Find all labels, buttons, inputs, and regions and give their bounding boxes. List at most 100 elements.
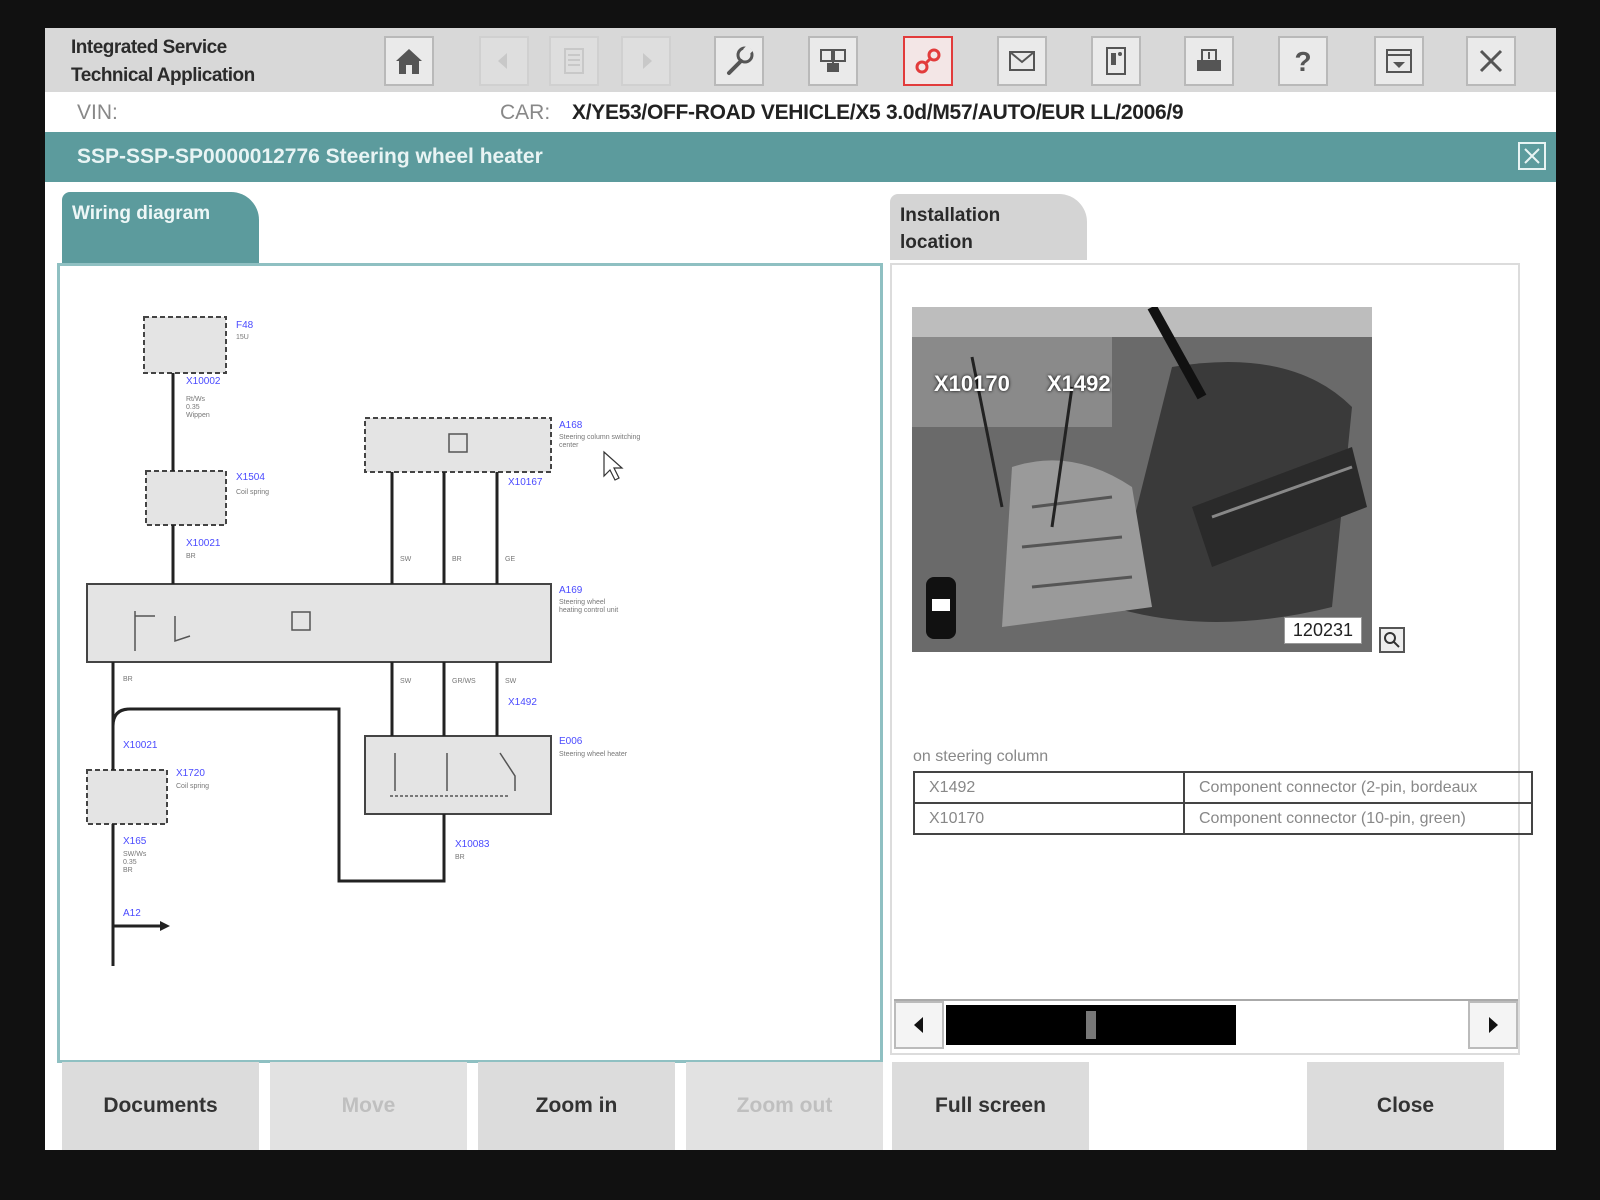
wd-label-heater[interactable]: E006 <box>559 736 583 747</box>
scroll-left-button[interactable] <box>894 1001 944 1049</box>
help-button[interactable]: ? <box>1278 36 1328 86</box>
svg-text:Steering wheel: Steering wheel <box>559 599 606 606</box>
exit-button[interactable] <box>1466 36 1516 86</box>
wd-label-wire-a[interactable]: X10002 <box>186 376 221 387</box>
home-button[interactable] <box>384 36 434 86</box>
photo-zoom-button[interactable] <box>1379 627 1405 653</box>
printer-icon <box>1197 49 1221 71</box>
vehicle-info-bar: VIN: CAR: X/YE53/OFF-ROAD VEHICLE/X5 3.0… <box>45 92 1556 132</box>
magnifier-icon <box>1384 632 1400 648</box>
diagnosis-icon <box>820 49 846 72</box>
scroll-thumb[interactable] <box>946 1005 1236 1045</box>
svg-text:15U: 15U <box>236 334 249 341</box>
location-caption: on steering column <box>913 748 1049 765</box>
move-button[interactable]: Move <box>270 1062 467 1150</box>
wd-label-ground-b[interactable]: X10083 <box>455 839 490 850</box>
document-title: SSP-SSP-SP0000012776 Steering wheel heat… <box>77 145 543 168</box>
connection-button[interactable] <box>903 36 953 86</box>
messages-button[interactable] <box>997 36 1047 86</box>
wd-label-fuse[interactable]: F48 <box>236 320 254 331</box>
svg-text:0.35: 0.35 <box>123 859 137 866</box>
installation-photo[interactable]: X10170 X1492 120231 <box>912 307 1372 652</box>
move-label: Move <box>341 1094 396 1117</box>
ista-window: Integrated Service Technical Application <box>45 28 1556 1150</box>
photo-label-x1492: X1492 <box>1047 371 1111 396</box>
zoom-out-label: Zoom out <box>736 1094 833 1117</box>
splice-upper <box>145 470 227 526</box>
connector-desc: Component connector (2-pin, bordeaux <box>1183 771 1533 804</box>
wiring-diagram-panel[interactable]: F48 X10002 X1504 X10021 A168 X10167 A169… <box>57 263 883 1063</box>
vehicle-info-button[interactable] <box>1091 36 1141 86</box>
wd-label-szl[interactable]: A168 <box>559 420 583 431</box>
documents-button[interactable]: Documents <box>62 1062 259 1150</box>
minimize-icon <box>1386 49 1412 73</box>
svg-text:GE: GE <box>505 556 515 563</box>
tab-install-label-line1: Installation <box>900 205 1001 226</box>
wd-label-ecu[interactable]: A169 <box>559 585 583 596</box>
wd-label-wire-b[interactable]: X10021 <box>186 538 221 549</box>
service-button[interactable] <box>714 36 764 86</box>
svg-text:center: center <box>559 442 579 449</box>
app-title: Integrated Service Technical Application <box>71 34 255 90</box>
scroll-right-button[interactable] <box>1468 1001 1518 1049</box>
steering-wheel-heater <box>364 735 552 815</box>
document-close-button[interactable] <box>1518 142 1546 170</box>
svg-text:Steering wheel heater: Steering wheel heater <box>559 751 628 758</box>
svg-text:Rt/Ws: Rt/Ws <box>186 396 206 403</box>
tab-install-label-line2: location <box>900 232 973 253</box>
link-icon <box>915 48 941 74</box>
tab-wiring-label: Wiring diagram <box>72 203 211 224</box>
scroll-grip-icon <box>1086 1011 1096 1039</box>
wd-label-wire-c[interactable]: X10021 <box>123 740 158 751</box>
app-title-line2: Technical Application <box>71 65 255 86</box>
table-row[interactable]: X10170 Component connector (10-pin, gree… <box>913 802 1533 835</box>
svg-text:SW: SW <box>505 678 517 685</box>
svg-text:BR: BR <box>123 867 133 874</box>
zoom-out-button[interactable]: Zoom out <box>686 1062 883 1150</box>
document-button[interactable] <box>549 36 599 86</box>
wd-label-arrow[interactable]: A12 <box>123 908 141 919</box>
wiring-diagram[interactable]: F48 X10002 X1504 X10021 A168 X10167 A169… <box>60 266 880 1060</box>
svg-text:SW: SW <box>400 556 412 563</box>
tab-installation-location[interactable]: Installation location <box>890 194 1087 260</box>
steering-column-switch-module <box>364 417 552 473</box>
envelope-icon <box>1009 51 1035 71</box>
svg-text:GR/WS: GR/WS <box>452 678 476 685</box>
table-row[interactable]: X1492 Component connector (2-pin, bordea… <box>913 771 1533 804</box>
svg-text:0.35: 0.35 <box>186 404 200 411</box>
mouse-pointer-icon <box>603 450 624 481</box>
close-label: Close <box>1376 1094 1435 1117</box>
minimize-button[interactable] <box>1374 36 1424 86</box>
installation-location-panel: X10170 X1492 120231 on steering column X… <box>890 263 1533 1055</box>
splice-lower <box>86 769 168 825</box>
wd-label-conn-a[interactable]: X10167 <box>508 477 543 488</box>
connector-table: X1492 Component connector (2-pin, bordea… <box>913 771 1533 835</box>
toolbar: Integrated Service Technical Application <box>45 28 1556 92</box>
steering-wheel-heating-control-unit <box>86 583 552 663</box>
forward-button[interactable] <box>621 36 671 86</box>
wrench-icon <box>727 45 754 75</box>
wd-label-splice-b[interactable]: X1720 <box>176 768 205 779</box>
svg-text:BR: BR <box>452 556 462 563</box>
fuse-box <box>143 316 227 374</box>
svg-text:Steering column switching: Steering column switching <box>559 434 640 441</box>
diagnosis-button[interactable] <box>808 36 858 86</box>
photo-label-x10170: X10170 <box>934 371 1010 396</box>
tab-wiring-diagram[interactable]: Wiring diagram <box>62 192 259 264</box>
wd-label-splice-a[interactable]: X1504 <box>236 472 265 483</box>
app-title-line1: Integrated Service <box>71 37 227 58</box>
close-button[interactable]: Close <box>1307 1062 1504 1150</box>
zoom-in-button[interactable]: Zoom in <box>478 1062 675 1150</box>
horizontal-scrollbar[interactable] <box>894 999 1518 1051</box>
svg-text:Coil spring: Coil spring <box>176 783 209 790</box>
vin-label: VIN: <box>77 101 118 124</box>
print-button[interactable] <box>1184 36 1234 86</box>
documents-label: Documents <box>103 1094 218 1117</box>
back-button[interactable] <box>479 36 529 86</box>
wd-label-conn-b[interactable]: X1492 <box>508 697 537 708</box>
full-screen-button[interactable]: Full screen <box>892 1062 1089 1150</box>
svg-text:BR: BR <box>186 553 196 560</box>
wd-label-ground[interactable]: X165 <box>123 836 147 847</box>
document-icon <box>564 48 584 74</box>
svg-text:SW/Ws: SW/Ws <box>123 851 147 858</box>
